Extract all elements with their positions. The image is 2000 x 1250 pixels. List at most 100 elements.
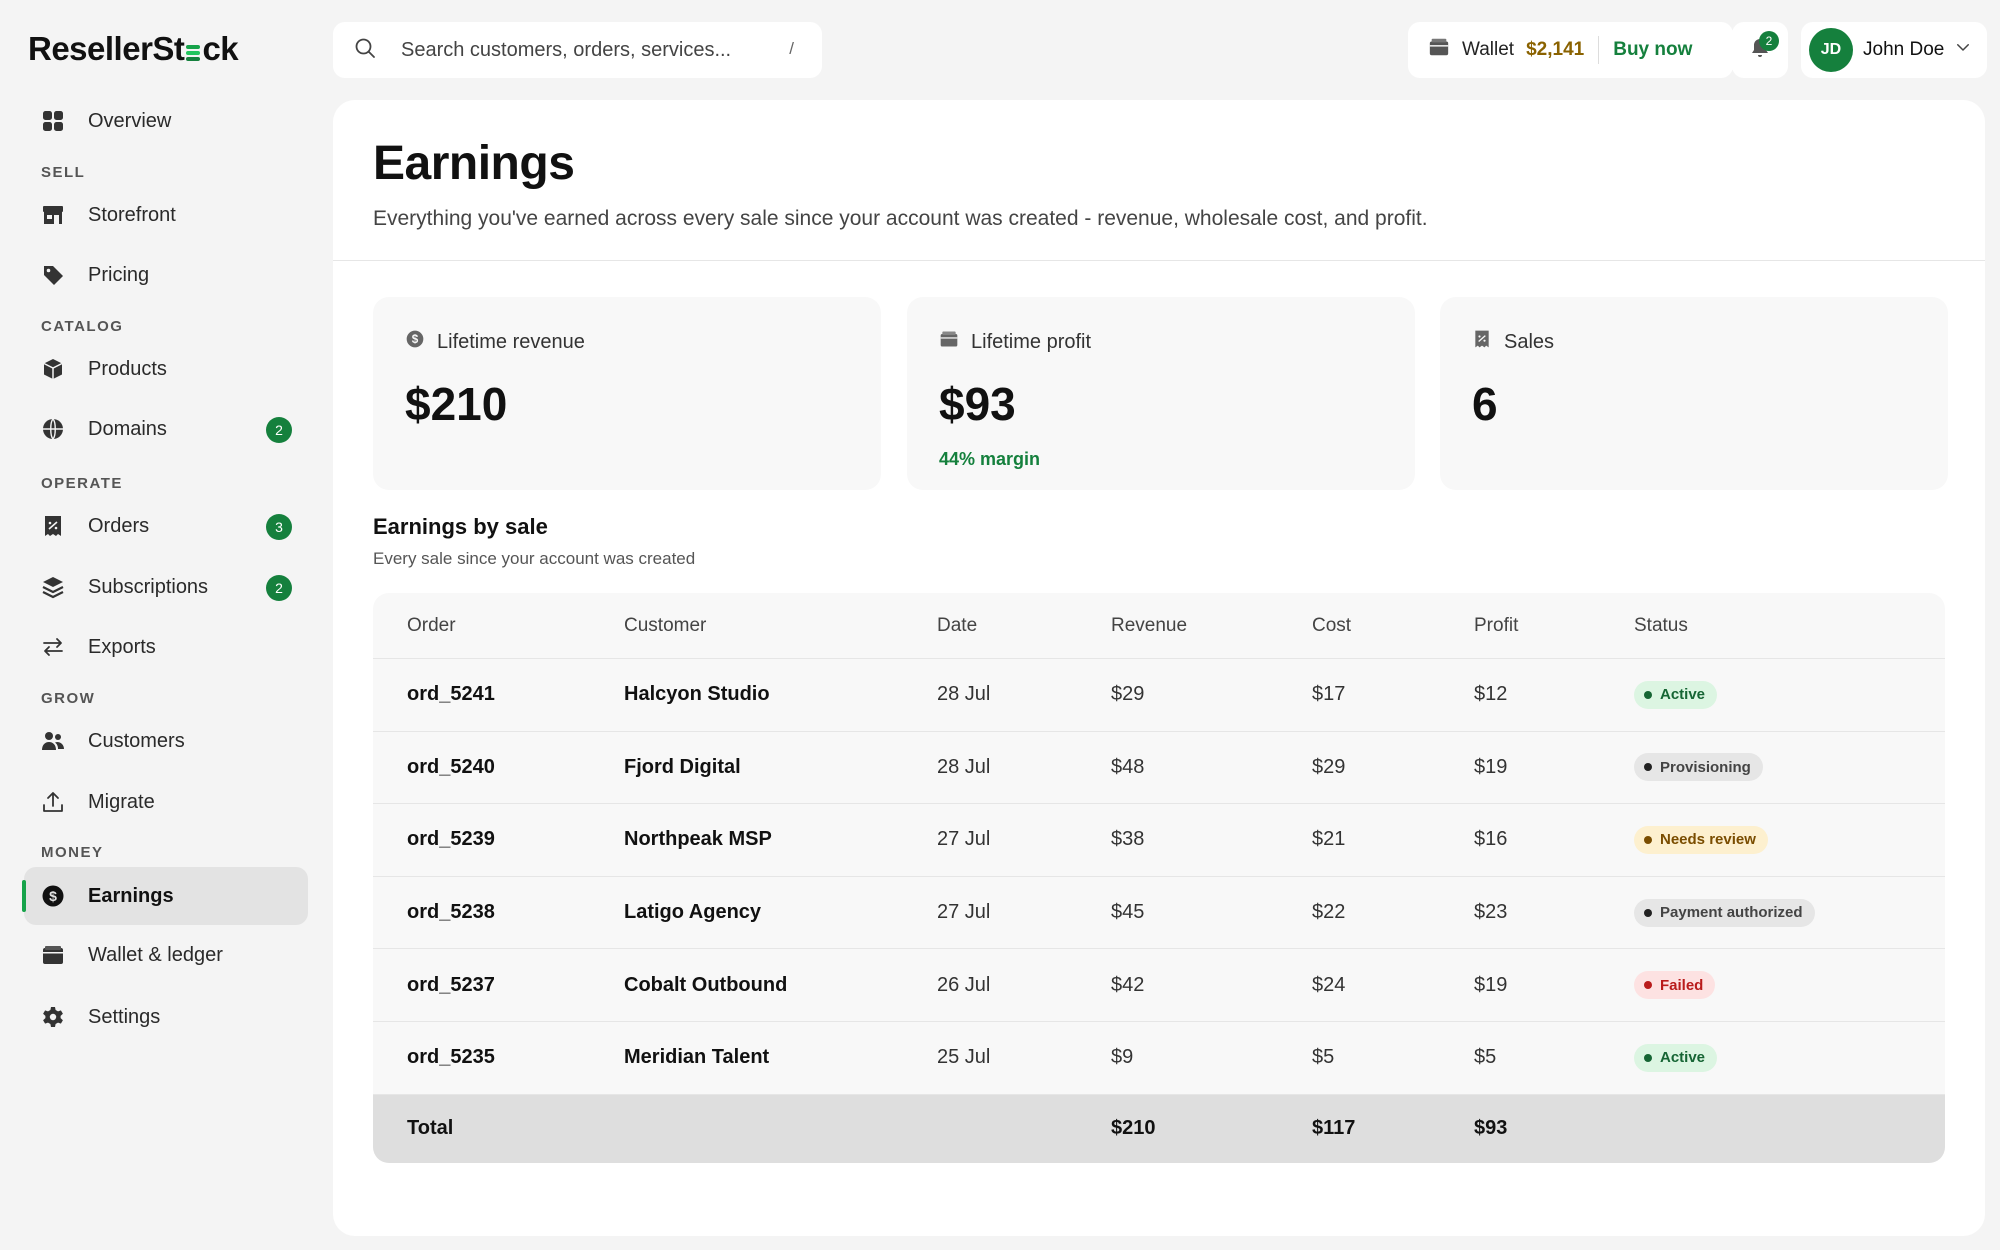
sidebar-item-overview[interactable]: Overview: [24, 92, 308, 150]
revenue-value: $38: [1111, 828, 1145, 851]
wallet-label: Wallet: [1462, 39, 1515, 60]
search-bar[interactable]: /: [333, 22, 822, 78]
layers-icon: [40, 574, 66, 600]
receipt-icon: [40, 513, 66, 539]
sidebar-item-label: Orders: [88, 514, 150, 537]
table-row[interactable]: ord_5235 Meridian Talent 25 Jul $9 $5 $5…: [373, 1022, 1945, 1095]
header-divider: [333, 260, 1985, 261]
profit-value: $19: [1474, 755, 1508, 778]
user-menu[interactable]: JD John Doe: [1801, 22, 1987, 78]
total-cost: $117: [1312, 1117, 1356, 1140]
sale-date: 27 Jul: [937, 828, 991, 851]
section-title: Earnings by sale: [373, 514, 548, 539]
kpi-card-lifetime-profit: Lifetime profit $93 44% margin: [907, 297, 1415, 490]
column-header-date[interactable]: Date: [937, 615, 977, 637]
order-id: ord_5235: [407, 1046, 495, 1069]
sidebar-item-earnings[interactable]: $ Earnings: [22, 867, 308, 925]
orders-count-badge: 3: [266, 514, 292, 540]
sidebar-item-migrate[interactable]: Migrate: [24, 773, 308, 831]
domains-count-badge: 2: [266, 417, 292, 443]
sidebar-item-pricing[interactable]: Pricing: [24, 246, 308, 304]
search-input[interactable]: [401, 38, 761, 62]
cost-value: $24: [1312, 973, 1346, 996]
column-header-revenue[interactable]: Revenue: [1111, 615, 1187, 637]
sidebar-item-label: Subscriptions: [88, 575, 209, 598]
kpi-label: Sales: [1504, 330, 1555, 353]
kpi-card-sales: Sales 6: [1440, 297, 1948, 490]
search-shortcut-hint: /: [789, 39, 794, 58]
column-header-customer[interactable]: Customer: [624, 615, 706, 637]
table-row[interactable]: ord_5238 Latigo Agency 27 Jul $45 $22 $2…: [373, 877, 1945, 950]
order-id: ord_5240: [407, 755, 495, 778]
status-badge: Payment authorized: [1634, 898, 1815, 927]
main-panel: Earnings Everything you've earned across…: [333, 100, 1985, 1236]
customer-name: Cobalt Outbound: [624, 973, 788, 996]
earnings-table: Order Customer Date Revenue Cost Profit …: [373, 593, 1945, 1163]
total-label: Total: [407, 1117, 454, 1140]
sidebar-item-label: Overview: [88, 109, 172, 132]
nav-section-sell: SELL: [41, 164, 86, 181]
table-row[interactable]: ord_5241 Halcyon Studio 28 Jul $29 $17 $…: [373, 659, 1945, 732]
kpi-value: 6: [1472, 378, 1498, 430]
box-icon: [40, 356, 66, 382]
column-header-order[interactable]: Order: [407, 615, 456, 637]
column-header-profit[interactable]: Profit: [1474, 615, 1518, 637]
sidebar-item-label: Domains: [88, 417, 167, 440]
logo-text-end: ck: [202, 30, 239, 67]
revenue-value: $9: [1111, 1046, 1134, 1069]
sidebar-item-wallet-ledger[interactable]: Wallet & ledger: [24, 926, 308, 984]
wallet-balance: $2,141: [1526, 39, 1585, 60]
nav-section-money: MONEY: [41, 844, 104, 861]
sidebar-item-label: Earnings: [88, 884, 174, 907]
sidebar-item-exports[interactable]: Exports: [24, 618, 308, 676]
order-id: ord_5239: [407, 828, 495, 851]
table-row[interactable]: ord_5239 Northpeak MSP 27 Jul $38 $21 $1…: [373, 804, 1945, 877]
sidebar-item-orders[interactable]: Orders 3: [24, 497, 308, 555]
sale-date: 26 Jul: [937, 973, 991, 996]
sale-date: 28 Jul: [937, 755, 991, 778]
kpi-value: $93: [939, 378, 1016, 430]
page-title: Earnings: [373, 137, 575, 190]
table-total-row: Total $210 $117 $93: [373, 1094, 1945, 1163]
app-logo[interactable]: ResellerSt ck: [28, 30, 239, 68]
margin-note: 44% margin: [939, 449, 1041, 469]
kpi-label: Lifetime profit: [971, 330, 1092, 353]
stack-logo-icon: [185, 38, 201, 61]
notification-count-badge: 2: [1759, 31, 1779, 51]
total-revenue: $210: [1111, 1117, 1156, 1140]
table-header-row: Order Customer Date Revenue Cost Profit …: [373, 593, 1945, 659]
sidebar-item-storefront[interactable]: Storefront: [24, 186, 308, 244]
sidebar-item-settings[interactable]: Settings: [24, 988, 308, 1046]
grid-icon: [40, 108, 66, 134]
wallet-icon: [40, 942, 66, 968]
sidebar: ResellerSt ck Overview SELL Storefront Pr…: [0, 0, 330, 1250]
wallet-divider: [1598, 36, 1600, 64]
status-badge: Failed: [1634, 971, 1716, 1000]
buy-now-button[interactable]: Buy now: [1613, 39, 1692, 61]
sidebar-item-subscriptions[interactable]: Subscriptions 2: [24, 558, 308, 616]
column-header-status[interactable]: Status: [1634, 615, 1688, 637]
swap-arrows-icon: [40, 634, 66, 660]
cost-value: $21: [1312, 828, 1346, 851]
column-header-cost[interactable]: Cost: [1312, 615, 1351, 637]
cost-value: $17: [1312, 683, 1346, 706]
notifications-button[interactable]: 2: [1732, 22, 1788, 78]
svg-text:$: $: [412, 333, 419, 346]
nav-section-operate: OPERATE: [41, 475, 123, 492]
sidebar-item-label: Settings: [88, 1005, 161, 1028]
table-row[interactable]: ord_5240 Fjord Digital 28 Jul $48 $29 $1…: [373, 732, 1945, 805]
total-profit: $93: [1474, 1117, 1508, 1140]
avatar: JD: [1809, 28, 1853, 72]
profit-value: $16: [1474, 828, 1508, 851]
profit-value: $12: [1474, 683, 1508, 706]
dollar-circle-icon: $: [40, 883, 66, 909]
status-badge: Provisioning: [1634, 753, 1763, 782]
kpi-label: Lifetime revenue: [437, 330, 585, 353]
profit-value: $19: [1474, 973, 1508, 996]
table-row[interactable]: ord_5237 Cobalt Outbound 26 Jul $42 $24 …: [373, 949, 1945, 1022]
sidebar-item-domains[interactable]: Domains 2: [24, 400, 308, 458]
sidebar-item-label: Migrate: [88, 790, 155, 813]
receipt-icon: [1472, 329, 1504, 355]
sidebar-item-products[interactable]: Products: [24, 340, 308, 398]
sidebar-item-customers[interactable]: Customers: [24, 712, 308, 770]
